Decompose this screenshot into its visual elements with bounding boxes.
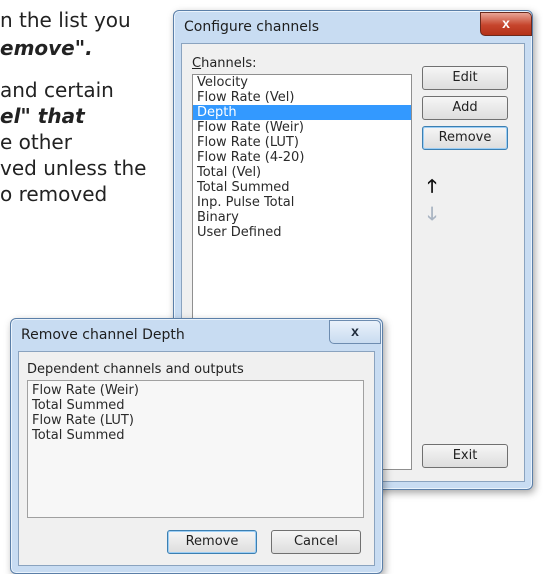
channel-item-total-summed[interactable]: Total Summed xyxy=(193,180,411,195)
channel-item-total-vel[interactable]: Total (Vel) xyxy=(193,165,411,180)
edit-button[interactable]: Edit xyxy=(422,66,508,90)
channel-item-inp-pulse-total[interactable]: Inp. Pulse Total xyxy=(193,195,411,210)
remove-dialog-title: Remove channel Depth xyxy=(21,327,185,343)
configure-dialog-title: Configure channels xyxy=(184,19,319,35)
doc-line-6: ved unless the xyxy=(0,156,147,180)
remove-channel-button[interactable]: Remove xyxy=(422,126,508,150)
doc-line-4: el" that xyxy=(0,104,85,128)
dependent-item: Flow Rate (LUT) xyxy=(32,413,134,428)
move-down-icon[interactable]: 🡓 xyxy=(422,204,442,224)
add-button[interactable]: Add xyxy=(422,96,508,120)
configure-close-button[interactable]: x xyxy=(480,12,532,36)
dependents-list: Flow Rate (Weir) Total Summed Flow Rate … xyxy=(27,380,364,518)
doc-line-1: n the list you xyxy=(0,8,131,32)
remove-dialog-close-button[interactable]: x xyxy=(329,320,381,344)
doc-line-3: and certain xyxy=(0,78,114,102)
cancel-button[interactable]: Cancel xyxy=(271,530,361,554)
remove-channel-dialog: Remove channel Depth x Dependent channel… xyxy=(10,318,383,574)
channel-item-flow-rate-lut[interactable]: Flow Rate (LUT) xyxy=(193,135,411,150)
doc-line-7: o removed xyxy=(0,182,108,206)
doc-line-5: e other xyxy=(0,130,72,154)
doc-line-2: emove". xyxy=(0,36,93,60)
move-up-icon[interactable]: 🡑 xyxy=(422,176,442,196)
dependent-item: Total Summed xyxy=(32,428,125,443)
channel-item-velocity[interactable]: Velocity xyxy=(193,75,411,90)
channel-item-depth[interactable]: Depth xyxy=(193,105,411,120)
remove-dialog-body: Dependent channels and outputs Flow Rate… xyxy=(18,351,375,566)
dependents-section-label: Dependent channels and outputs xyxy=(27,362,244,377)
channel-item-binary[interactable]: Binary xyxy=(193,210,411,225)
exit-button[interactable]: Exit xyxy=(422,444,508,468)
channel-item-user-defined[interactable]: User Defined xyxy=(193,225,411,240)
dependent-item: Flow Rate (Weir) xyxy=(32,383,139,398)
channel-item-flow-rate-weir[interactable]: Flow Rate (Weir) xyxy=(193,120,411,135)
channels-label-text: hannels: xyxy=(201,56,257,71)
channels-label: Channels: xyxy=(192,56,257,71)
channel-item-flow-rate-4-20[interactable]: Flow Rate (4-20) xyxy=(193,150,411,165)
confirm-remove-button[interactable]: Remove xyxy=(167,530,257,554)
dependent-item: Total Summed xyxy=(32,398,125,413)
doc-line-4-text: el" that xyxy=(0,104,85,128)
channel-item-flow-rate-vel[interactable]: Flow Rate (Vel) xyxy=(193,90,411,105)
